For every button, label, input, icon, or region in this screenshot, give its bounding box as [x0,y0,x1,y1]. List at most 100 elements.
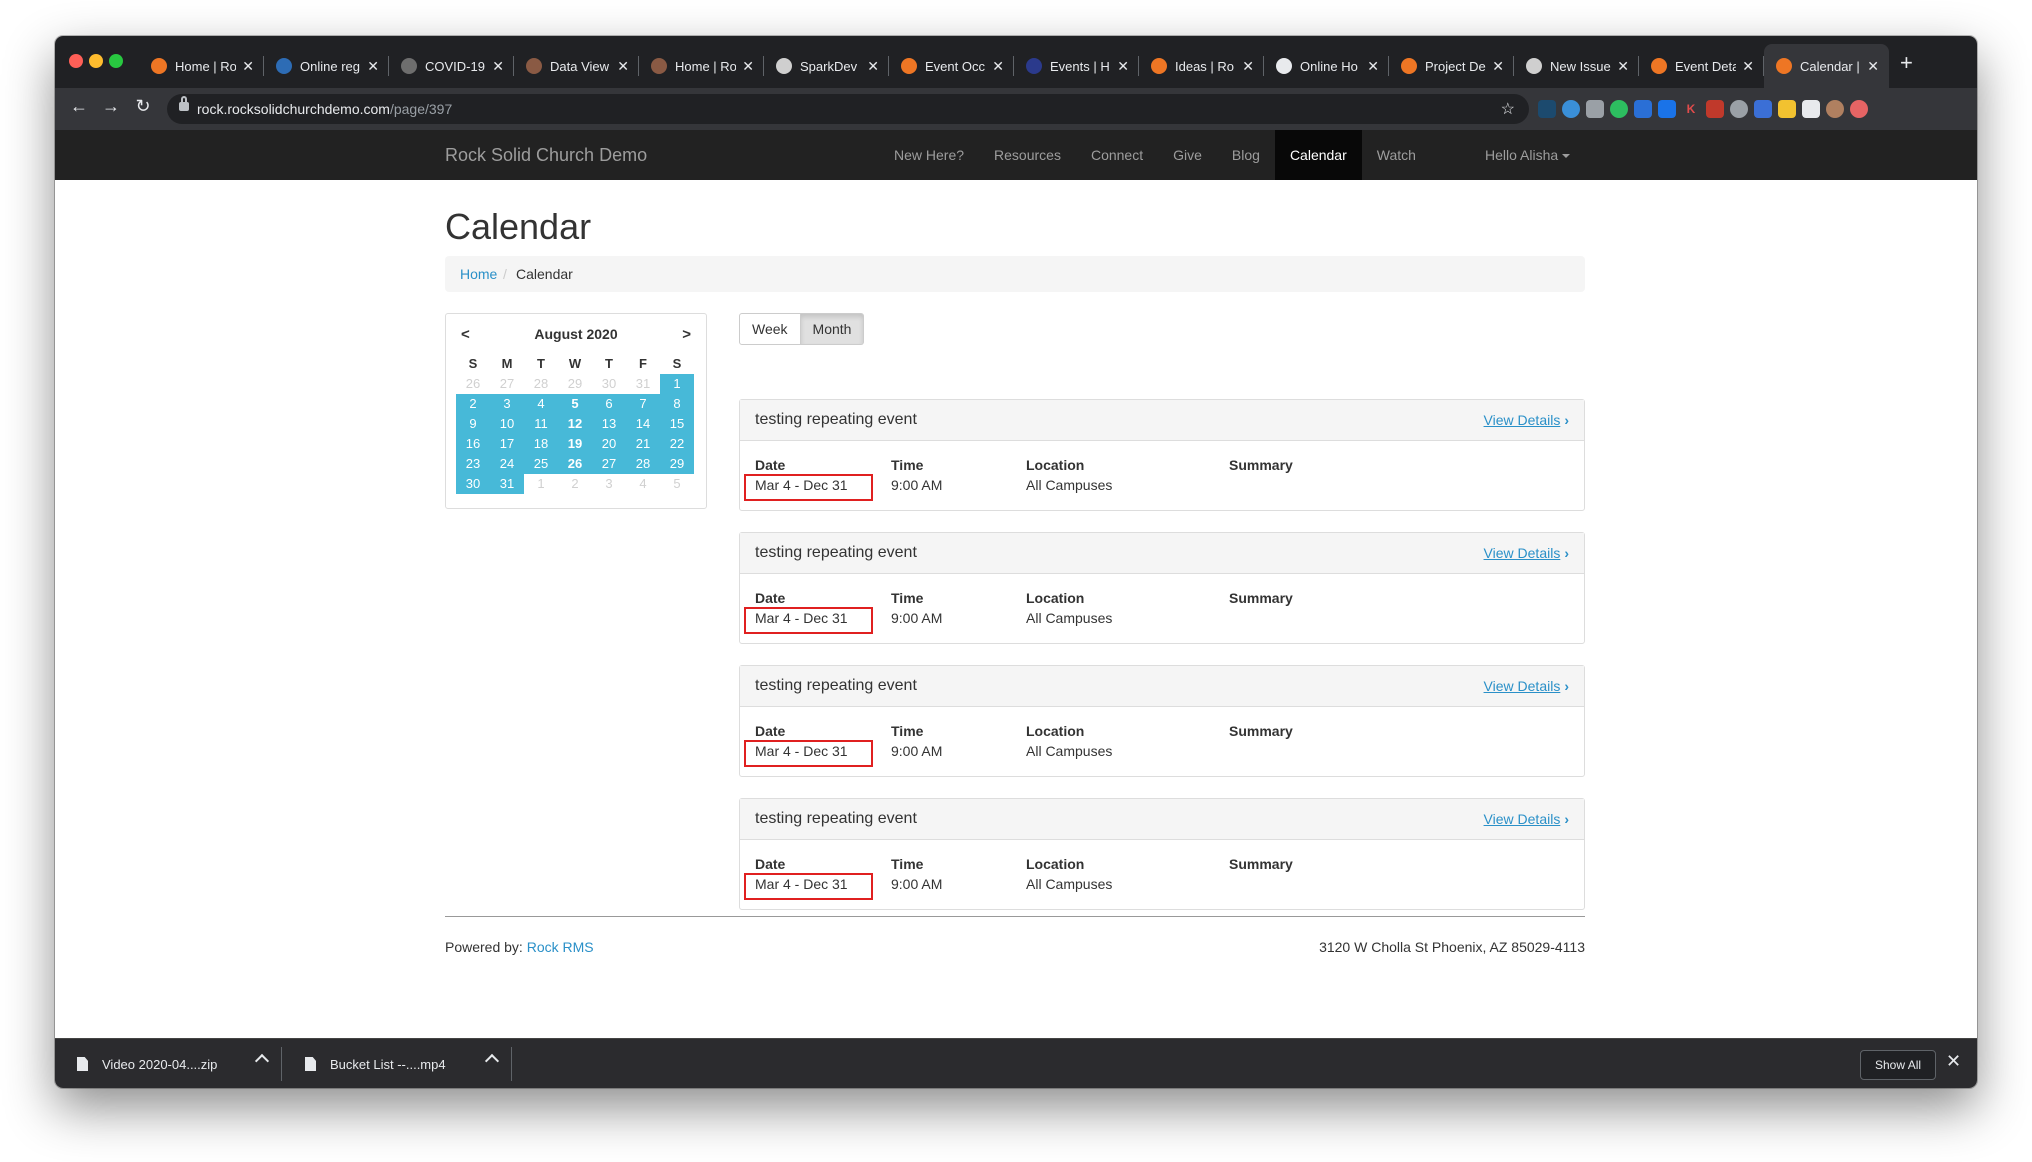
nav-item-new-here[interactable]: New Here? [879,130,979,180]
close-tab-icon[interactable]: ✕ [492,58,504,75]
browser-tab[interactable]: COVID-19 ✕ [389,44,514,88]
extension-icon[interactable] [1730,100,1748,118]
calendar-day[interactable]: 23 [456,454,490,474]
back-button[interactable]: ← [67,96,91,117]
browser-tab[interactable]: Events | H ✕ [1014,44,1139,88]
calendar-day[interactable]: 18 [524,434,558,454]
close-tab-icon[interactable]: ✕ [1492,58,1504,75]
month-view-button[interactable]: Month [800,313,865,345]
maximize-window-button[interactable] [109,54,123,68]
evernote-icon[interactable] [1610,100,1628,118]
calendar-day[interactable]: 25 [524,454,558,474]
calendar-day[interactable]: 22 [660,434,694,454]
close-tab-icon[interactable]: ✕ [242,58,254,75]
calendar-day[interactable]: 27 [490,374,524,394]
reload-button[interactable]: ↻ [131,96,155,117]
extension-icon[interactable] [1850,100,1868,118]
calendar-day[interactable]: 14 [626,414,660,434]
browser-tab[interactable]: Event Occ ✕ [889,44,1014,88]
close-tab-icon[interactable]: ✕ [1117,58,1129,75]
browser-tab[interactable]: Home | Ro ✕ [639,44,764,88]
extension-icon[interactable] [1634,100,1652,118]
calendar-day[interactable]: 27 [592,454,626,474]
calendar-day[interactable]: 2 [456,394,490,414]
calendar-day[interactable]: 19 [558,434,592,454]
calendar-day[interactable]: 1 [524,474,558,494]
calendar-day[interactable]: 31 [626,374,660,394]
close-tab-icon[interactable]: ✕ [1367,58,1379,75]
close-tab-icon[interactable]: ✕ [367,58,379,75]
browser-tab[interactable]: Data View ✕ [514,44,639,88]
calendar-day[interactable]: 30 [592,374,626,394]
calendar-day[interactable]: 10 [490,414,524,434]
close-window-button[interactable] [69,54,83,68]
calendar-next-button[interactable]: > [682,326,691,343]
calendar-day[interactable]: 2 [558,474,592,494]
calendar-day[interactable]: 15 [660,414,694,434]
close-tab-icon[interactable]: ✕ [1242,58,1254,75]
calendar-day[interactable]: 9 [456,414,490,434]
close-tab-icon[interactable]: ✕ [1867,58,1879,75]
view-details-link[interactable]: View Details › [1484,811,1569,827]
extension-icon[interactable] [1658,100,1676,118]
calendar-day[interactable]: 29 [558,374,592,394]
calendar-day[interactable]: 3 [592,474,626,494]
forward-button[interactable]: → [99,96,123,117]
close-tab-icon[interactable]: ✕ [1742,58,1754,75]
view-details-link[interactable]: View Details › [1484,678,1569,694]
close-tab-icon[interactable]: ✕ [992,58,1004,75]
calendar-day[interactable]: 17 [490,434,524,454]
calendar-day[interactable]: 28 [626,454,660,474]
close-tab-icon[interactable]: ✕ [1617,58,1629,75]
nav-item-connect[interactable]: Connect [1076,130,1158,180]
extension-icon[interactable] [1562,100,1580,118]
calendar-day[interactable]: 21 [626,434,660,454]
calendar-day[interactable]: 5 [558,394,592,414]
bookmark-star-icon[interactable]: ☆ [1501,99,1515,119]
close-tab-icon[interactable]: ✕ [867,58,879,75]
browser-tab[interactable]: Ideas | Ro ✕ [1139,44,1264,88]
extension-icon[interactable] [1754,100,1772,118]
nav-item-blog[interactable]: Blog [1217,130,1275,180]
profile-avatar[interactable] [1826,100,1844,118]
calendar-day[interactable]: 13 [592,414,626,434]
close-icon[interactable]: ✕ [1946,1051,1961,1072]
browser-tab[interactable]: Online Ho ✕ [1264,44,1389,88]
calendar-day[interactable]: 20 [592,434,626,454]
calendar-day[interactable]: 12 [558,414,592,434]
address-bar[interactable]: rock.rocksolidchurchdemo.com/page/397 ☆ [167,94,1529,124]
user-menu[interactable]: Hello Alisha [1485,130,1571,180]
browser-tab[interactable]: Online reg ✕ [264,44,389,88]
new-tab-button[interactable]: + [1900,50,1913,76]
calendar-day[interactable]: 31 [490,474,524,494]
browser-tab[interactable]: Calendar | ✕ [1764,44,1889,88]
calendar-day[interactable]: 28 [524,374,558,394]
download-item[interactable]: Bucket List --....mp4 [305,1039,505,1088]
show-all-downloads-button[interactable]: Show All [1860,1050,1937,1080]
browser-tab[interactable]: Event Deta ✕ [1639,44,1764,88]
browser-tab[interactable]: Project De ✕ [1389,44,1514,88]
browser-tab[interactable]: New Issue ✕ [1514,44,1639,88]
week-view-button[interactable]: Week [739,313,801,345]
browser-tab[interactable]: Home | Ro ✕ [139,44,264,88]
extension-icon[interactable] [1538,100,1556,118]
nav-item-give[interactable]: Give [1158,130,1217,180]
calendar-day[interactable]: 29 [660,454,694,474]
rock-rms-link[interactable]: Rock RMS [527,939,594,955]
extension-icon[interactable]: K [1682,100,1700,118]
site-brand[interactable]: Rock Solid Church Demo [445,145,647,166]
calendar-day[interactable]: 11 [524,414,558,434]
minimize-window-button[interactable] [89,54,103,68]
browser-tab[interactable]: SparkDev ✕ [764,44,889,88]
calendar-day[interactable]: 24 [490,454,524,474]
calendar-day[interactable]: 26 [558,454,592,474]
extension-icon[interactable] [1586,100,1604,118]
nav-item-resources[interactable]: Resources [979,130,1076,180]
calendar-day[interactable]: 8 [660,394,694,414]
extension-icon[interactable] [1706,100,1724,118]
calendar-day[interactable]: 30 [456,474,490,494]
download-item[interactable]: Video 2020-04....zip [77,1039,277,1088]
close-tab-icon[interactable]: ✕ [742,58,754,75]
calendar-day[interactable]: 5 [660,474,694,494]
close-tab-icon[interactable]: ✕ [617,58,629,75]
